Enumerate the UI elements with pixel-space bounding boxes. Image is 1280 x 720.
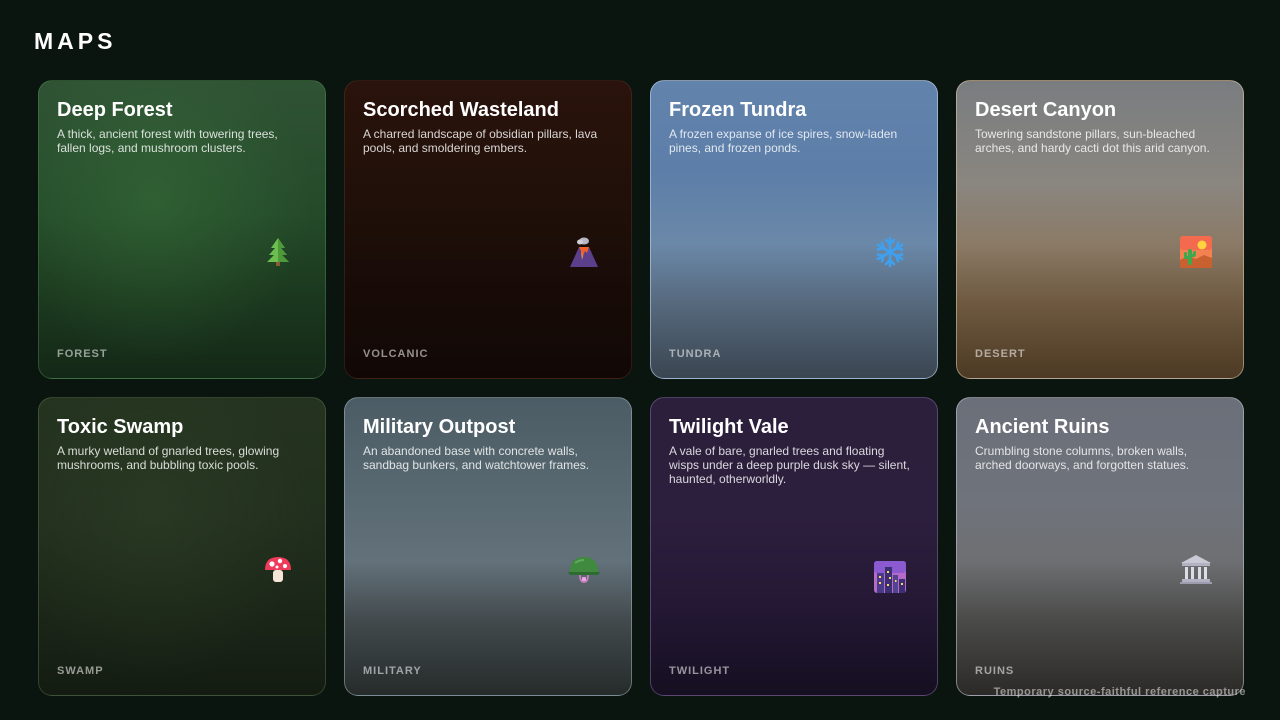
- map-card-description: A murky wetland of gnarled trees, glowin…: [57, 444, 280, 472]
- map-card-description: An abandoned base with concrete walls, s…: [363, 444, 590, 472]
- map-card-tag: SWAMP: [57, 665, 104, 677]
- footer-note: Temporary source-faithful reference capt…: [993, 686, 1246, 698]
- map-card-title: Toxic Swamp: [57, 416, 184, 438]
- map-card-description: Crumbling stone columns, broken walls, a…: [975, 444, 1190, 472]
- map-card-description: A frozen expanse of ice spires, snow-lad…: [669, 127, 898, 155]
- map-card-deep-forest[interactable]: Deep Forest A thick, ancient forest with…: [38, 80, 326, 379]
- map-card-tag: VOLCANIC: [363, 348, 429, 360]
- map-card-title: Ancient Ruins: [975, 416, 1110, 438]
- page-title: MAPS: [34, 28, 117, 54]
- classical-building-icon: [1179, 552, 1213, 586]
- map-card-description: A thick, ancient forest with towering tr…: [57, 127, 278, 155]
- map-card-tag: MILITARY: [363, 665, 422, 677]
- evergreen-tree-icon: [261, 235, 295, 269]
- snowflake-icon: [873, 235, 907, 269]
- map-card-tag: FOREST: [57, 348, 108, 360]
- map-card-title: Scorched Wasteland: [363, 99, 559, 121]
- map-card-tag: TUNDRA: [669, 348, 722, 360]
- map-card-frozen-tundra[interactable]: Frozen Tundra A frozen expanse of ice sp…: [650, 80, 938, 379]
- map-card-description: A vale of bare, gnarled trees and floati…: [669, 444, 910, 486]
- map-card-desert-canyon[interactable]: Desert Canyon Towering sandstone pillars…: [956, 80, 1244, 379]
- map-card-twilight-vale[interactable]: Twilight Vale A vale of bare, gnarled tr…: [650, 397, 938, 696]
- map-card-military-outpost[interactable]: Military Outpost An abandoned base with …: [344, 397, 632, 696]
- map-card-description: Towering sandstone pillars, sun-bleached…: [975, 127, 1210, 155]
- map-card-title: Military Outpost: [363, 416, 516, 438]
- military-helmet-icon: [567, 552, 601, 586]
- map-card-title: Twilight Vale: [669, 416, 789, 438]
- desert-icon: [1179, 235, 1213, 269]
- volcano-icon: [567, 235, 601, 269]
- map-card-tag: DESERT: [975, 348, 1026, 360]
- map-card-toxic-swamp[interactable]: Toxic Swamp A murky wetland of gnarled t…: [38, 397, 326, 696]
- map-card-title: Deep Forest: [57, 99, 173, 121]
- map-card-scorched-wasteland[interactable]: Scorched Wasteland A charred landscape o…: [344, 80, 632, 379]
- map-card-description: A charred landscape of obsidian pillars,…: [363, 127, 598, 155]
- map-card-tag: TWILIGHT: [669, 665, 731, 677]
- night-city-icon: [873, 560, 907, 594]
- map-card-title: Frozen Tundra: [669, 99, 807, 121]
- map-card-tag: RUINS: [975, 665, 1015, 677]
- map-card-title: Desert Canyon: [975, 99, 1117, 121]
- map-grid: Deep Forest A thick, ancient forest with…: [38, 80, 1244, 696]
- map-card-ancient-ruins[interactable]: Ancient Ruins Crumbling stone columns, b…: [956, 397, 1244, 696]
- mushroom-icon: [261, 552, 295, 586]
